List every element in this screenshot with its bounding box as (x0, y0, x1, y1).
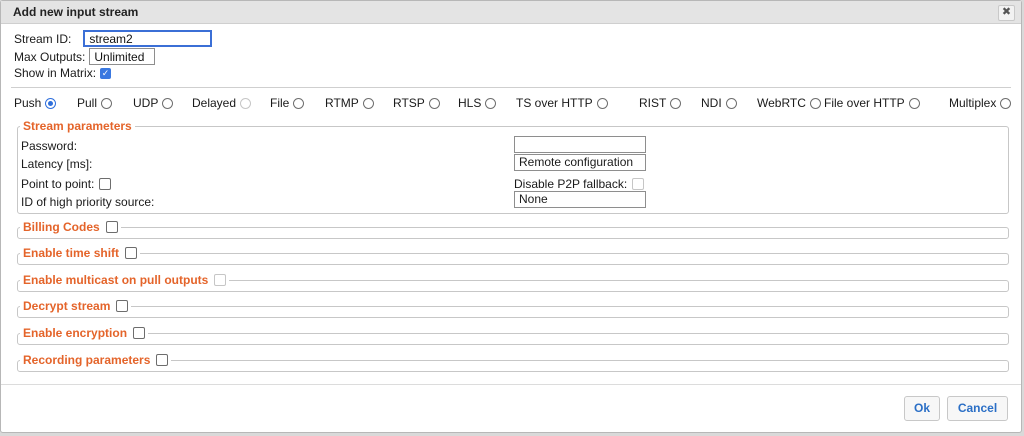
decrypt-stream-legend: Decrypt stream (20, 299, 132, 313)
recording-legend: Recording parameters (20, 353, 172, 367)
radio-label: HLS (458, 96, 482, 110)
stream-parameters-legend: Stream parameters (20, 119, 135, 133)
radio-rtmp[interactable]: RTMP (325, 96, 374, 110)
footer-divider (1, 384, 1021, 385)
multicast-fieldset: Enable multicast on pull outputs (17, 273, 1009, 292)
radio-label: UDP (133, 96, 159, 110)
radio-label: File over HTTP (824, 96, 905, 110)
radio-icon[interactable] (596, 97, 608, 109)
radio-icon[interactable] (485, 97, 497, 109)
time-shift-label: Enable time shift (23, 246, 120, 260)
radio-icon[interactable] (908, 97, 920, 109)
disable-p2p-label: Disable P2P fallback: (514, 177, 628, 191)
decrypt-stream-label: Decrypt stream (23, 299, 111, 313)
password-input[interactable] (514, 136, 646, 153)
radio-label: RIST (639, 96, 667, 110)
priority-source-input[interactable]: None (514, 191, 646, 208)
cancel-button[interactable]: Cancel (947, 396, 1008, 421)
point-to-point-label: Point to point: (21, 177, 95, 191)
radio-label: Multiplex (949, 96, 997, 110)
divider (11, 87, 1011, 88)
radio-hls[interactable]: HLS (458, 96, 497, 110)
time-shift-checkbox[interactable] (125, 247, 138, 259)
radio-label: File (270, 96, 290, 110)
radio-selected-icon[interactable] (45, 97, 57, 109)
latency-input[interactable]: Remote configuration (514, 154, 646, 171)
radio-rist[interactable]: RIST (639, 96, 682, 110)
radio-ndi[interactable]: NDI (701, 96, 737, 110)
dialog-title: Add new input stream (13, 5, 139, 19)
radio-icon[interactable] (428, 97, 440, 109)
stream-id-label: Stream ID: (14, 31, 72, 46)
billing-codes-label: Billing Codes (23, 220, 100, 234)
radio-multiplex[interactable]: Multiplex (949, 96, 1012, 110)
multicast-legend: Enable multicast on pull outputs (20, 273, 230, 287)
radio-icon[interactable] (293, 97, 305, 109)
encryption-legend: Enable encryption (20, 326, 149, 340)
radio-label: WebRTC (757, 96, 806, 110)
encryption-fieldset: Enable encryption (17, 326, 1009, 345)
show-in-matrix-checkbox[interactable]: ✓ (100, 67, 112, 79)
radio-label: NDI (701, 96, 722, 110)
ok-button[interactable]: Ok (904, 396, 940, 421)
radio-icon[interactable] (809, 97, 821, 109)
max-outputs-row: Max Outputs: Unlimited (14, 48, 156, 65)
point-to-point-row: Point to point: (21, 177, 112, 191)
recording-fieldset: Recording parameters (17, 353, 1009, 372)
max-outputs-label: Max Outputs: (14, 49, 86, 64)
radio-icon[interactable] (101, 97, 113, 109)
disable-p2p-row: Disable P2P fallback: (514, 177, 645, 191)
stream-id-input[interactable]: stream2 (83, 30, 213, 47)
radio-udp[interactable]: UDP (133, 96, 174, 110)
radio-label: RTMP (325, 96, 359, 110)
decrypt-stream-fieldset: Decrypt stream (17, 299, 1009, 318)
time-shift-fieldset: Enable time shift (17, 246, 1009, 265)
billing-codes-legend: Billing Codes (20, 220, 121, 234)
radio-delayed[interactable]: Delayed (192, 96, 252, 110)
radio-push[interactable]: Push (14, 96, 57, 110)
add-input-stream-dialog: Add new input stream ✖ Stream ID: stream… (0, 0, 1022, 433)
show-in-matrix-label: Show in Matrix: (14, 66, 97, 80)
radio-file[interactable]: File (270, 96, 305, 110)
radio-label: Push (14, 96, 42, 110)
stream-parameters-fieldset: Stream parameters Password: Latency [ms]… (17, 119, 1009, 214)
dialog-titlebar: Add new input stream ✖ (1, 1, 1021, 24)
show-in-matrix-row: Show in Matrix: ✓ (14, 66, 112, 80)
radio-icon[interactable] (725, 97, 737, 109)
radio-webrtc[interactable]: WebRTC (757, 96, 821, 110)
latency-label: Latency [ms]: (21, 157, 93, 171)
billing-codes-checkbox[interactable] (105, 221, 118, 233)
radio-rtsp[interactable]: RTSP (393, 96, 440, 110)
password-label: Password: (21, 139, 78, 153)
radio-label: RTSP (393, 96, 425, 110)
radio-pull[interactable]: Pull (77, 96, 113, 110)
radio-icon[interactable] (670, 97, 682, 109)
billing-codes-fieldset: Billing Codes (17, 220, 1009, 239)
input-type-radio-group: Push Pull UDP Delayed File RTMP RTSP HLS… (11, 96, 1012, 110)
multicast-checkbox[interactable] (214, 274, 227, 286)
close-icon[interactable]: ✖ (998, 5, 1015, 21)
time-shift-legend: Enable time shift (20, 246, 141, 260)
decrypt-stream-checkbox[interactable] (116, 300, 129, 312)
radio-file-over-http[interactable]: File over HTTP (824, 96, 920, 110)
radio-ts-over-http[interactable]: TS over HTTP (516, 96, 608, 110)
multicast-label: Enable multicast on pull outputs (23, 273, 209, 287)
radio-icon[interactable] (362, 97, 374, 109)
point-to-point-checkbox[interactable] (99, 178, 112, 190)
recording-checkbox[interactable] (156, 354, 169, 366)
radio-icon[interactable] (162, 97, 174, 109)
radio-label: Pull (77, 96, 98, 110)
radio-icon[interactable] (1000, 97, 1012, 109)
max-outputs-input[interactable]: Unlimited (89, 48, 156, 65)
radio-icon[interactable] (240, 97, 252, 109)
priority-source-label: ID of high priority source: (21, 195, 155, 209)
encryption-checkbox[interactable] (133, 327, 146, 339)
stream-id-row: Stream ID: stream2 (14, 30, 213, 47)
radio-label: Delayed (192, 96, 237, 110)
disable-p2p-checkbox[interactable] (632, 178, 645, 190)
recording-label: Recording parameters (23, 353, 151, 367)
radio-label: TS over HTTP (516, 96, 593, 110)
encryption-label: Enable encryption (23, 326, 128, 340)
